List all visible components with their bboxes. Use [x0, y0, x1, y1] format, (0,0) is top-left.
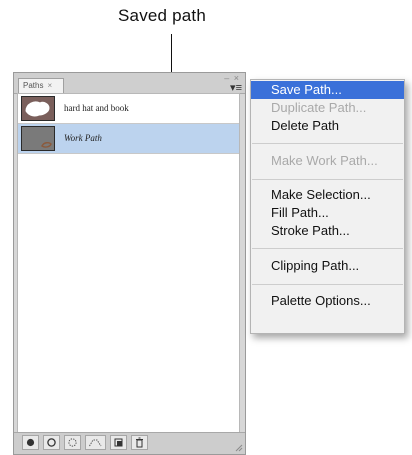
panel-bottom-toolbar: [14, 432, 245, 454]
make-work-path-icon: [89, 439, 102, 447]
resize-grip-icon[interactable]: [234, 443, 243, 452]
menu-item-duplicate-path: Duplicate Path...: [271, 100, 367, 115]
work-path-shape-icon: [22, 127, 54, 150]
paths-panel: Paths × – × ▾≡ hard hat and book Work Pa…: [13, 72, 246, 455]
menu-item-save-path[interactable]: Save Path...: [251, 81, 404, 99]
stroke-path-button[interactable]: [43, 435, 60, 450]
paths-list: hard hat and book Work Path: [17, 93, 240, 433]
path-thumbnail: [21, 126, 55, 151]
menu-item-fill-path[interactable]: Fill Path...: [251, 204, 404, 222]
callout-label: Saved path: [118, 6, 207, 25]
menu-item-delete-path[interactable]: Delete Path: [251, 117, 404, 135]
path-shape-icon: [22, 97, 54, 120]
menu-item-make-selection[interactable]: Make Selection...: [251, 186, 404, 204]
new-path-icon: [114, 438, 123, 447]
new-path-button[interactable]: [110, 435, 127, 450]
tab-close-icon[interactable]: ×: [47, 81, 52, 90]
stroke-path-icon: [47, 438, 56, 447]
menu-separator: [252, 143, 403, 144]
menu-separator: [252, 179, 403, 180]
path-row-work[interactable]: Work Path: [18, 124, 239, 154]
load-selection-icon: [68, 438, 77, 447]
delete-path-button[interactable]: [131, 435, 148, 450]
tab-paths[interactable]: Paths ×: [18, 78, 64, 93]
load-selection-button[interactable]: [64, 435, 81, 450]
make-work-path-button[interactable]: [85, 435, 106, 450]
menu-item-palette-options[interactable]: Palette Options...: [251, 292, 404, 310]
fill-path-button[interactable]: [22, 435, 39, 450]
menu-item-clipping-path[interactable]: Clipping Path...: [251, 257, 404, 275]
fill-path-icon: [26, 438, 35, 447]
path-name: Work Path: [64, 133, 102, 143]
menu-item-make-work-path: Make Work Path...: [271, 153, 378, 168]
panel-menu-button[interactable]: ▾≡: [230, 83, 242, 94]
path-thumbnail: [21, 96, 55, 121]
path-name: hard hat and book: [64, 103, 129, 113]
screenshot-stage: Saved path Paths × – × ▾≡ hard hat and bo…: [0, 0, 412, 455]
menu-separator: [252, 284, 403, 285]
path-row-saved[interactable]: hard hat and book: [18, 94, 239, 124]
delete-path-icon: [136, 437, 143, 448]
menu-separator: [252, 248, 403, 249]
menu-item-stroke-path[interactable]: Stroke Path...: [251, 222, 404, 240]
panel-flyout-menu: Save Path... Duplicate Path... Delete Pa…: [250, 79, 405, 334]
tab-label: Paths: [23, 81, 44, 90]
panel-titlebar: Paths × – × ▾≡: [14, 73, 245, 94]
